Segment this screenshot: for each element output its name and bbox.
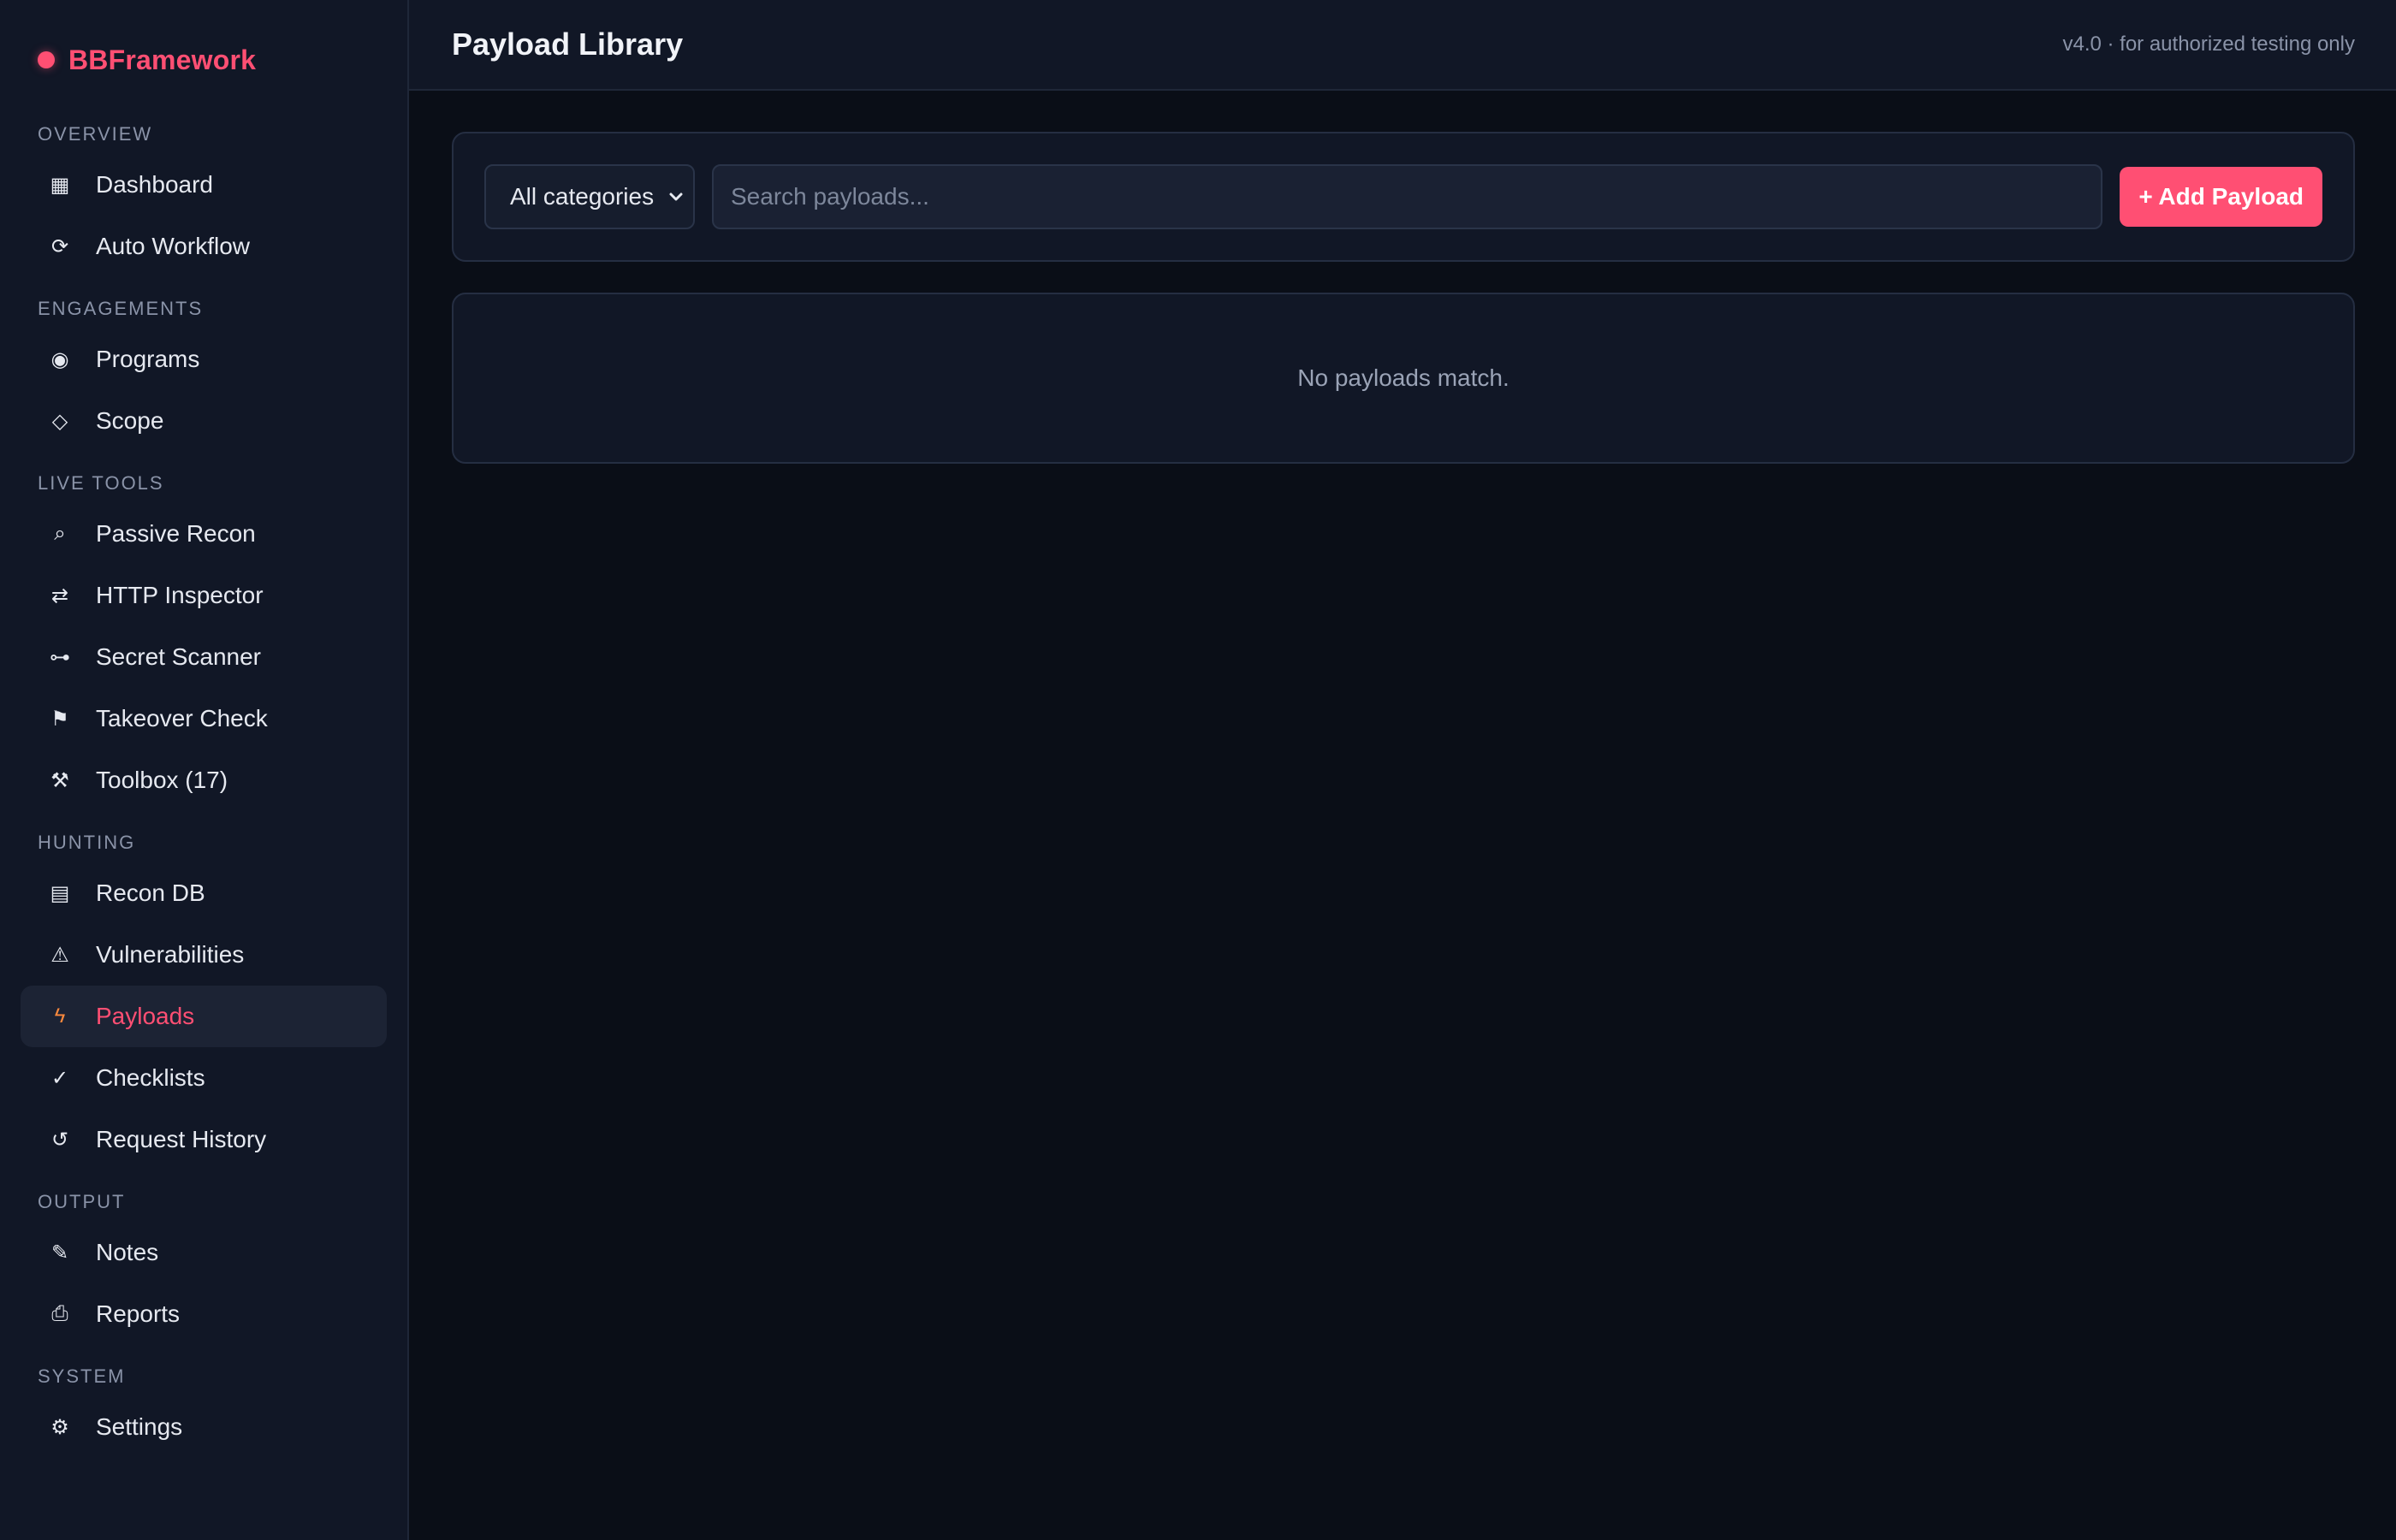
- sidebar-item-label: Secret Scanner: [96, 643, 261, 670]
- sidebar-item-label: Reports: [96, 1300, 181, 1327]
- sidebar-section-label: ENGAGEMENTS: [38, 298, 204, 319]
- sidebar-item-label: Passive Recon: [96, 520, 256, 547]
- sidebar-item-label: Takeover Check: [96, 705, 268, 732]
- sidebar-item-label: Settings: [96, 1413, 183, 1440]
- sidebar-item-secret-scanner[interactable]: ⊶ Secret Scanner: [21, 626, 387, 688]
- warning-icon: ⚠: [50, 943, 69, 967]
- sidebar-item-label: Toolbox (17): [96, 767, 228, 793]
- flag-icon: ⚑: [50, 707, 69, 731]
- sidebar-item-label: Recon DB: [96, 880, 205, 906]
- sidebar-item-recon-db[interactable]: ▤ Recon DB: [21, 862, 387, 924]
- filter-bar: All categories + Add Payload: [452, 132, 2355, 262]
- sidebar-section-label: LIVE TOOLS: [38, 472, 164, 494]
- database-icon: ▤: [50, 881, 70, 905]
- add-payload-button[interactable]: + Add Payload: [2120, 167, 2322, 227]
- check-icon: ✓: [50, 1066, 69, 1090]
- sidebar-item-payloads[interactable]: ϟ Payloads: [21, 986, 387, 1047]
- topbar: Payload Library v4.0 · for authorized te…: [409, 0, 2396, 91]
- swap-arrows-icon: ⇄: [50, 583, 69, 607]
- brand-dot-icon: [38, 51, 55, 68]
- tools-icon: ⚒: [50, 768, 69, 792]
- pencil-icon: ✎: [50, 1241, 69, 1265]
- sidebar-section-label: HUNTING: [38, 832, 136, 853]
- refresh-icon: ⟳: [50, 234, 69, 258]
- sidebar-item-settings[interactable]: ⚙ Settings: [21, 1396, 387, 1458]
- sidebar-item-scope[interactable]: ◇ Scope: [21, 390, 387, 452]
- search-input[interactable]: [712, 164, 2103, 229]
- sidebar-item-takeover-check[interactable]: ⚑ Takeover Check: [21, 688, 387, 749]
- sidebar-item-label: HTTP Inspector: [96, 582, 264, 608]
- sidebar-item-passive-recon[interactable]: ⌕ Passive Recon: [21, 503, 387, 565]
- sidebar-item-vulnerabilities[interactable]: ⚠ Vulnerabilities: [21, 924, 387, 986]
- sidebar-nav: OVERVIEW ▦ Dashboard ⟳ Auto Workflow ENGAGEME…: [21, 120, 387, 1475]
- sidebar-item-http-inspector[interactable]: ⇄ HTTP Inspector: [21, 565, 387, 626]
- page-title: Payload Library: [452, 27, 684, 62]
- sidebar-item-dashboard[interactable]: ▦ Dashboard: [21, 154, 387, 216]
- sidebar-item-checklists[interactable]: ✓ Checklists: [21, 1047, 387, 1109]
- search-icon: ⌕: [54, 522, 66, 545]
- sidebar-item-label: Scope: [96, 407, 164, 434]
- sidebar-item-label: Request History: [96, 1126, 267, 1152]
- sidebar-item-label: Checklists: [96, 1064, 205, 1091]
- sidebar-item-request-history[interactable]: ↺ Request History: [21, 1109, 387, 1170]
- main-area: Payload Library v4.0 · for authorized te…: [409, 0, 2396, 1540]
- sidebar-section-label: OUTPUT: [38, 1191, 126, 1212]
- lightning-icon: ϟ: [54, 1004, 66, 1028]
- diamond-icon: ◇: [51, 409, 68, 433]
- key-icon: ⊶: [50, 645, 70, 669]
- grid-icon: ▦: [50, 173, 70, 197]
- sidebar-item-label: Auto Workflow: [96, 233, 250, 259]
- sidebar-item-label: Programs: [96, 346, 200, 372]
- target-icon: ◉: [50, 347, 69, 371]
- chevron-down-icon: [669, 192, 683, 201]
- report-icon: ⎙: [51, 1302, 68, 1325]
- sidebar-section-label: OVERVIEW: [38, 123, 153, 145]
- sidebar-item-label: Dashboard: [96, 171, 213, 198]
- sidebar: BBFramework OVERVIEW ▦ Dashboard ⟳ Auto Work…: [0, 0, 409, 1540]
- brand-name: BBFramework: [68, 44, 257, 75]
- sidebar-item-programs[interactable]: ◉ Programs: [21, 329, 387, 390]
- content: All categories + Add Payload No payloads…: [409, 91, 2396, 464]
- sidebar-section-label: SYSTEM: [38, 1365, 126, 1387]
- gear-icon: ⚙: [50, 1415, 69, 1439]
- sidebar-item-label: Payloads: [96, 1003, 195, 1029]
- history-icon: ↺: [50, 1128, 69, 1152]
- empty-state-text: No payloads match.: [1297, 364, 1509, 391]
- version-text: v4.0 · for authorized testing only: [2062, 33, 2355, 56]
- sidebar-item-label: Vulnerabilities: [96, 941, 245, 968]
- sidebar-item-reports[interactable]: ⎙ Reports: [21, 1283, 387, 1345]
- sidebar-item-notes[interactable]: ✎ Notes: [21, 1222, 387, 1283]
- category-select-value: All categories: [510, 183, 655, 210]
- results-panel: No payloads match.: [452, 293, 2355, 464]
- brand[interactable]: BBFramework: [21, 0, 387, 120]
- sidebar-item-label: Notes: [96, 1239, 159, 1265]
- sidebar-item-auto-workflow[interactable]: ⟳ Auto Workflow: [21, 216, 387, 277]
- category-select[interactable]: All categories: [484, 164, 695, 229]
- app-shell: BBFramework OVERVIEW ▦ Dashboard ⟳ Auto Work…: [0, 0, 2396, 1540]
- sidebar-item-toolbox-17[interactable]: ⚒ Toolbox (17): [21, 749, 387, 811]
